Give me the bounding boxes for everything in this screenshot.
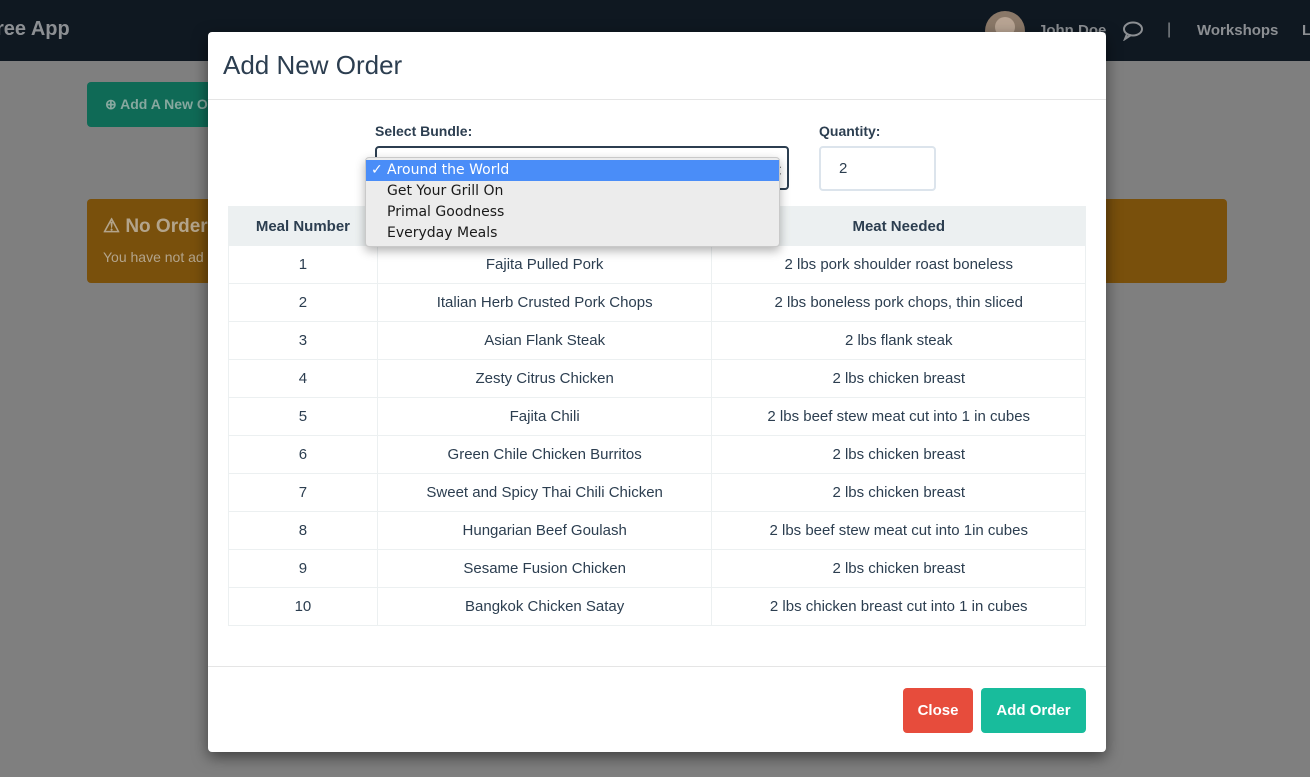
modal-header: Add New Order: [208, 32, 1106, 100]
checkmark-icon: ✓: [371, 162, 383, 178]
table-row: 10 Bangkok Chicken Satay 2 lbs chicken bre…: [228, 587, 1086, 626]
table-row: 2 Italian Herb Crusted Pork Chops 2 lbs bo…: [228, 283, 1086, 322]
bundle-option-primal-goodness[interactable]: Primal Goodness: [366, 202, 779, 223]
table-row: 5 Fajita Chili 2 lbs beef stew meat cut in…: [228, 397, 1086, 436]
alert-text: You have not ad: [103, 249, 204, 265]
meal-number-cell: 7: [228, 473, 378, 512]
table-row: 7 Sweet and Spicy Thai Chili Chicken 2 lbs…: [228, 473, 1086, 512]
meat-needed-cell: 2 lbs beef stew meat cut into 1in cubes: [711, 511, 1086, 550]
meal-number-cell: 10: [228, 587, 378, 626]
meal-number-cell: 2: [228, 283, 378, 322]
meal-name-cell: Italian Herb Crusted Pork Chops: [376, 283, 713, 322]
meat-needed-cell: 2 lbs boneless pork chops, thin sliced: [711, 283, 1086, 322]
quantity-label: Quantity:: [819, 123, 881, 139]
meal-number-cell: 5: [228, 397, 378, 436]
meal-name-cell: Fajita Chili: [376, 397, 713, 436]
column-header-meal-number: Meal Number: [228, 206, 378, 246]
meal-name-cell: Sesame Fusion Chicken: [376, 549, 713, 588]
modal-footer: Close Add Order: [208, 666, 1106, 752]
meal-name-cell: Asian Flank Steak: [376, 321, 713, 360]
option-label: Everyday Meals: [387, 225, 498, 241]
add-order-button[interactable]: Add Order: [981, 688, 1086, 733]
option-label: Primal Goodness: [387, 204, 505, 220]
meal-number-cell: 6: [228, 435, 378, 474]
add-order-modal: Add New Order Select Bundle: ▲▼ Quantity…: [208, 32, 1106, 752]
quantity-input[interactable]: [819, 146, 936, 191]
warning-icon: ⚠: [103, 216, 126, 237]
option-label: Get Your Grill On: [387, 183, 504, 199]
meal-number-cell: 8: [228, 511, 378, 550]
nav-link-workshops[interactable]: Workshops: [1197, 22, 1278, 39]
table-row: 4 Zesty Citrus Chicken 2 lbs chicken breas…: [228, 359, 1086, 398]
meat-needed-cell: 2 lbs chicken breast: [711, 549, 1086, 588]
meat-needed-cell: 2 lbs chicken breast: [711, 359, 1086, 398]
close-button[interactable]: Close: [903, 688, 973, 733]
bundle-label: Select Bundle:: [375, 123, 473, 139]
meal-name-cell: Hungarian Beef Goulash: [376, 511, 713, 550]
table-row: 8 Hungarian Beef Goulash 2 lbs beef stew m…: [228, 511, 1086, 550]
meat-needed-cell: 2 lbs chicken breast cut into 1 in cubes: [711, 587, 1086, 626]
modal-title: Add New Order: [223, 50, 403, 80]
nav-separator: |: [1167, 21, 1172, 38]
meal-name-cell: Sweet and Spicy Thai Chili Chicken: [376, 473, 713, 512]
option-label: Around the World: [387, 162, 510, 178]
meal-name-cell: Zesty Citrus Chicken: [376, 359, 713, 398]
meal-name-cell: Green Chile Chicken Burritos: [376, 435, 713, 474]
bundle-option-get-your-grill-on[interactable]: Get Your Grill On: [366, 181, 779, 202]
bundle-option-around-the-world[interactable]: ✓ Around the World: [366, 160, 779, 181]
meal-number-cell: 4: [228, 359, 378, 398]
table-row: 6 Green Chile Chicken Burritos 2 lbs chick…: [228, 435, 1086, 474]
alert-title: No Order: [125, 216, 208, 237]
table-row: 3 Asian Flank Steak 2 lbs flank steak: [228, 321, 1086, 360]
meal-number-cell: 9: [228, 549, 378, 588]
chat-icon[interactable]: [1122, 21, 1144, 41]
meat-needed-cell: 2 lbs beef stew meat cut into 1 in cubes: [711, 397, 1086, 436]
bundle-dropdown-list: ✓ Around the World Get Your Grill On Pri…: [365, 157, 780, 247]
plus-circle-icon: ⊕: [105, 96, 121, 112]
meat-needed-cell: 2 lbs chicken breast: [711, 435, 1086, 474]
nav-link-cutoff[interactable]: L: [1302, 22, 1310, 39]
add-new-order-button[interactable]: ⊕ Add A New O: [87, 82, 217, 127]
meal-number-cell: 3: [228, 321, 378, 360]
table-row: 1 Fajita Pulled Pork 2 lbs pork shoulder r…: [228, 245, 1086, 284]
meals-table: Meal Number Meat Needed 1 Fajita Pulled P…: [228, 206, 1086, 626]
meal-name-cell: Fajita Pulled Pork: [376, 245, 713, 284]
table-row: 9 Sesame Fusion Chicken 2 lbs chicken brea…: [228, 549, 1086, 588]
add-new-order-label: Add A New O: [120, 96, 208, 112]
meat-needed-cell: 2 lbs flank steak: [711, 321, 1086, 360]
meat-needed-cell: 2 lbs pork shoulder roast boneless: [711, 245, 1086, 284]
brand-title[interactable]: ree App: [0, 18, 70, 41]
meal-number-cell: 1: [228, 245, 378, 284]
meat-needed-cell: 2 lbs chicken breast: [711, 473, 1086, 512]
meal-name-cell: Bangkok Chicken Satay: [376, 587, 713, 626]
bundle-option-everyday-meals[interactable]: Everyday Meals: [366, 223, 779, 244]
